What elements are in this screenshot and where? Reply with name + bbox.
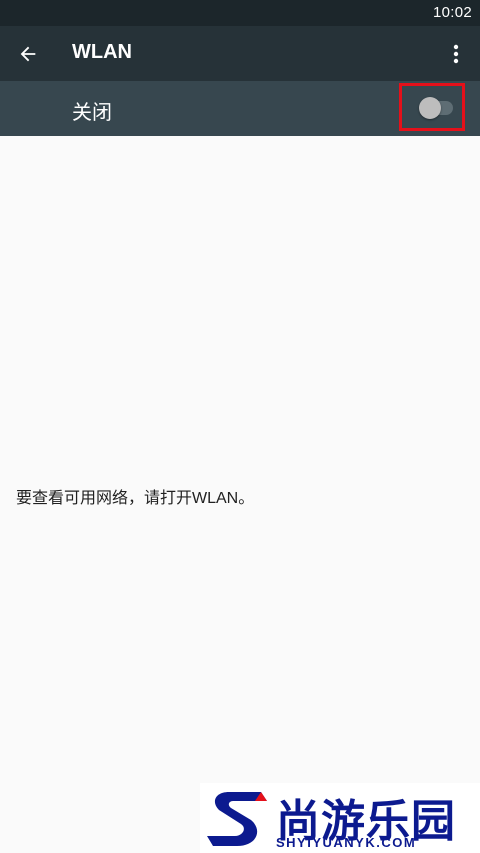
watermark-logo-icon [207, 792, 267, 846]
status-bar: 10:02 [0, 0, 480, 26]
status-time: 10:02 [432, 4, 472, 21]
back-button[interactable] [6, 32, 50, 76]
wlan-toggle[interactable] [419, 97, 453, 119]
empty-state-message: 要查看可用网络，请打开WLAN。 [16, 490, 255, 507]
toggle-thumb [419, 97, 441, 119]
arrow-back-icon [20, 46, 36, 62]
watermark-domain: SHYIYUANYK.COM [276, 835, 417, 850]
overflow-menu-button[interactable] [438, 32, 474, 76]
more-vert-icon [453, 44, 459, 64]
app-bar: WLAN [0, 26, 480, 81]
page-title: WLAN [72, 41, 132, 63]
watermark: 尚游乐园 SHYIYUANYK.COM [200, 783, 480, 853]
wlan-switch-label: 关闭 [72, 102, 112, 124]
